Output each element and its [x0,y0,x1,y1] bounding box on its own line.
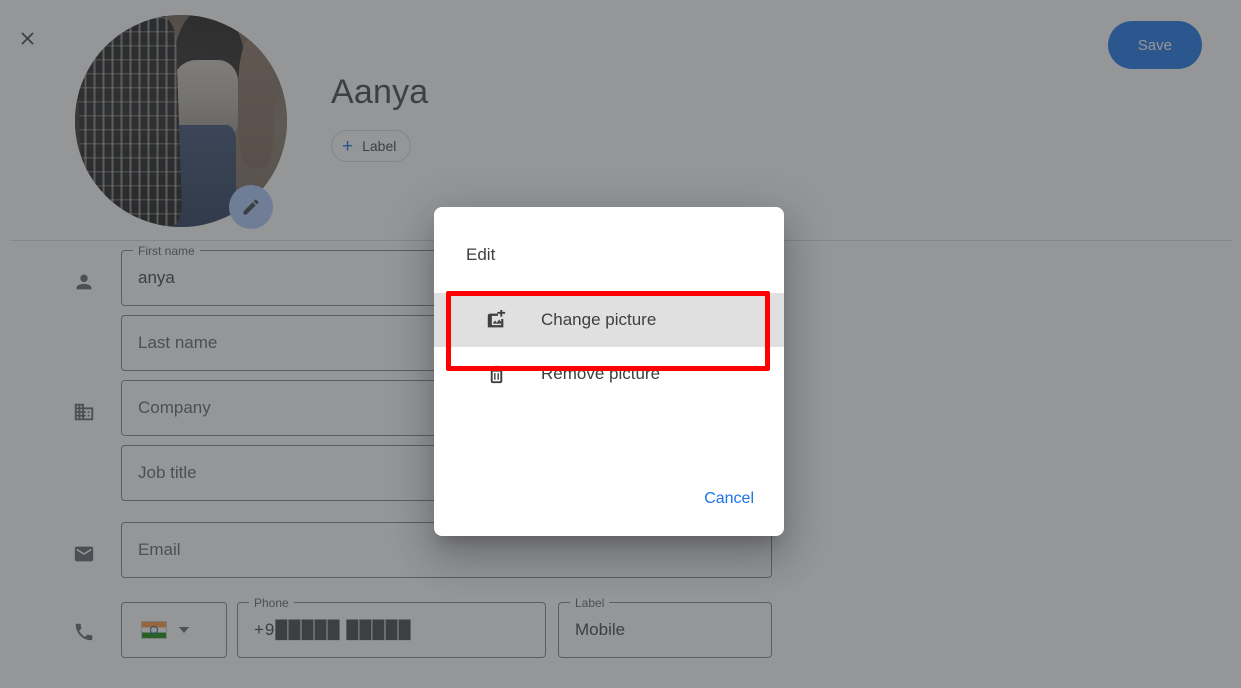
contacts-edit-screen: Aanya + Label Save First name anya [0,0,1241,688]
change-picture-label: Change picture [541,310,657,329]
remove-picture-option[interactable]: Remove picture [434,347,784,401]
remove-picture-label: Remove picture [541,364,661,383]
cancel-button[interactable]: Cancel [696,482,762,516]
trash-icon [484,362,508,386]
dialog-options-list: Change picture Remove picture [434,293,784,401]
edit-picture-dialog: Edit Change picture Remove picture Cance… [434,207,784,536]
dialog-title: Edit [466,245,496,264]
change-picture-option[interactable]: Change picture [434,293,784,347]
add-photo-icon [484,308,508,332]
